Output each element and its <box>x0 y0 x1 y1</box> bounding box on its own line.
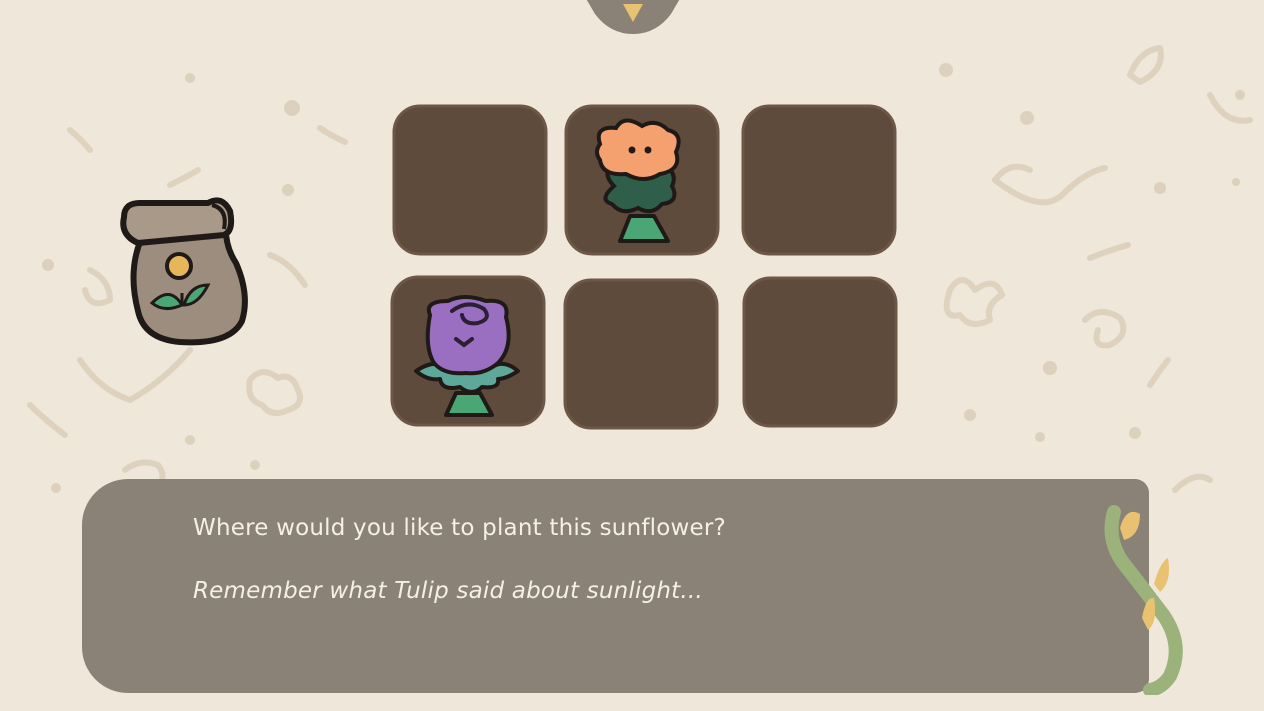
garden-plot-2[interactable] <box>564 104 720 256</box>
garden-plot-4[interactable] <box>390 275 546 427</box>
orange-flower-icon <box>595 118 681 243</box>
dialogue-question: Where would you like to plant this sunfl… <box>193 515 726 541</box>
dialogue-hint: Remember what Tulip said about sunlight.… <box>193 578 703 604</box>
garden-plot-1[interactable] <box>392 104 548 256</box>
menu-tab[interactable] <box>581 0 685 34</box>
garden-plot-5[interactable] <box>563 278 719 430</box>
seed-packet-icon[interactable] <box>112 193 252 353</box>
garden-plot-6[interactable] <box>742 276 898 428</box>
dialogue-box[interactable]: Where would you like to plant this sunfl… <box>82 479 1149 693</box>
purple-rose-icon <box>414 295 520 417</box>
vine-decoration <box>1104 505 1183 695</box>
garden-plot-3[interactable] <box>741 104 897 256</box>
